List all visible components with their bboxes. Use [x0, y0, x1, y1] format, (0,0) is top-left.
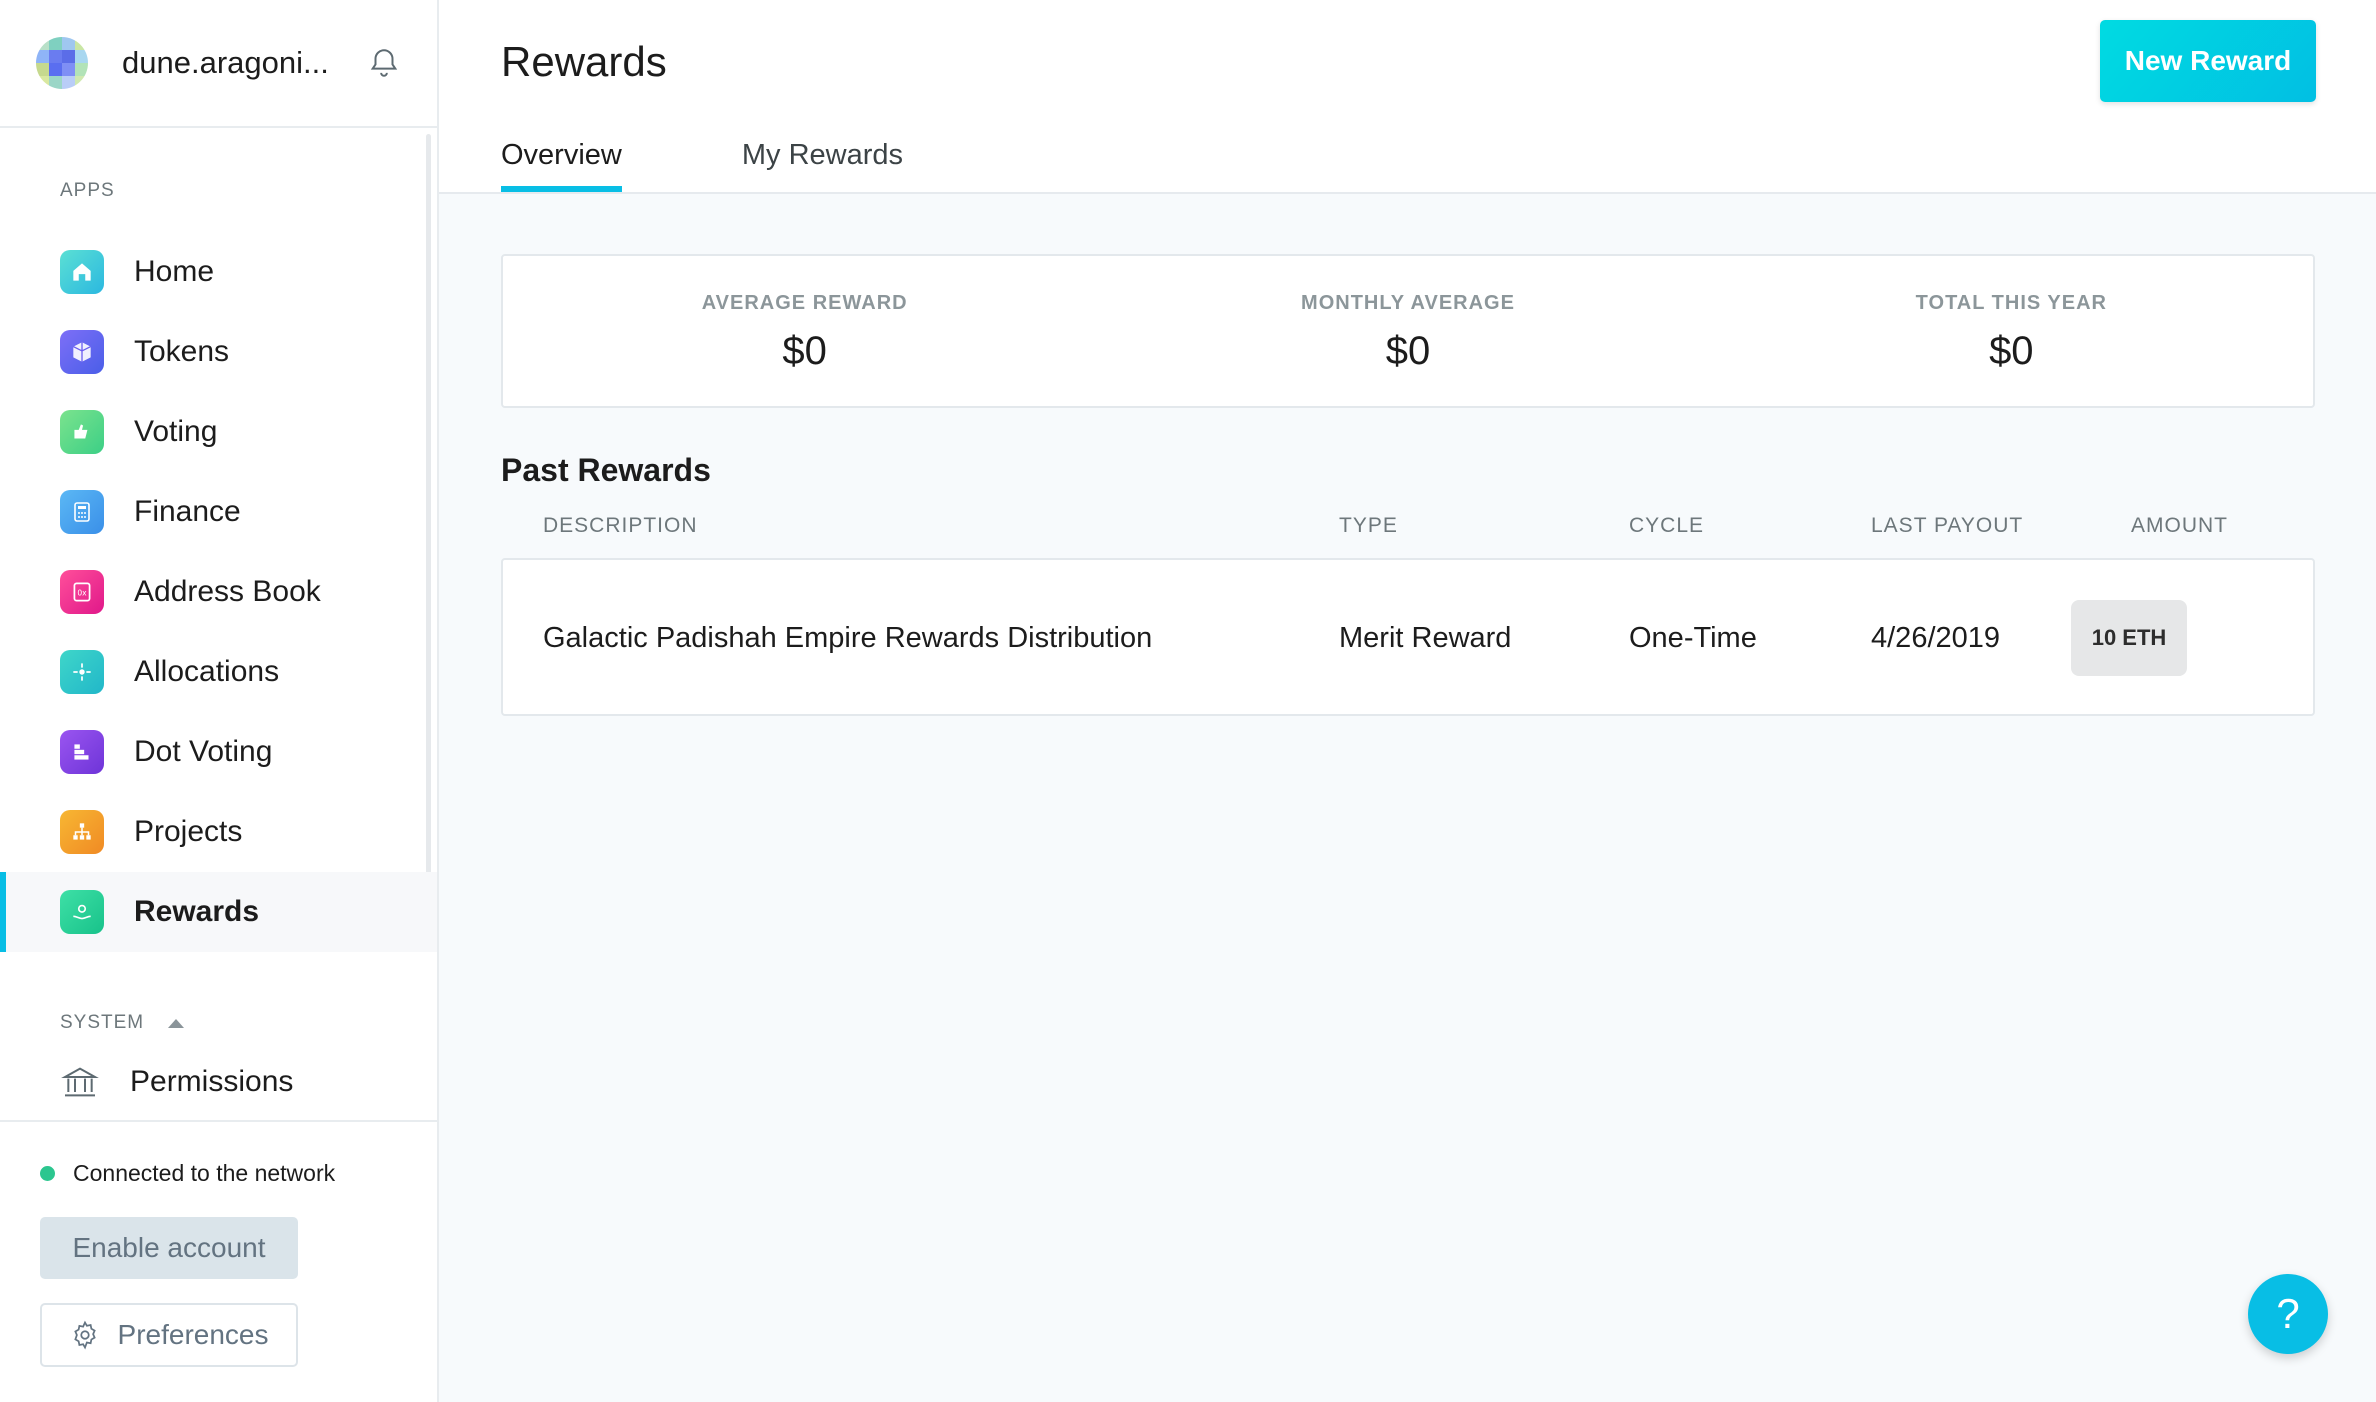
org-header[interactable]: dune.aragoni... [0, 0, 437, 128]
sidebar-item-home[interactable]: Home [0, 232, 437, 312]
projects-icon [60, 810, 104, 854]
cell-cycle: One-Time [1629, 622, 1757, 654]
cell-description: Galactic Padishah Empire Rewards Distrib… [543, 622, 1153, 654]
sidebar-item-rewards[interactable]: Rewards [0, 872, 437, 952]
stat-label: MONTHLY AVERAGE [1301, 292, 1515, 314]
rewards-icon [60, 890, 104, 934]
column-header-cycle[interactable]: CYCLE [1629, 514, 1704, 538]
tab-overview[interactable]: Overview [501, 139, 622, 192]
preferences-label: Preferences [117, 1319, 269, 1350]
stat-average-reward: AVERAGE REWARD $0 [503, 256, 1106, 406]
system-section-toggle[interactable]: SYSTEM [0, 1012, 437, 1034]
stat-value: $0 [1989, 329, 2034, 373]
amount-badge: 10 ETH [2071, 600, 2187, 676]
main-content: Rewards New Reward Overview My Rewards A… [439, 0, 2376, 1402]
sidebar-footer: Connected to the network Enable account … [0, 1120, 437, 1402]
org-avatar [36, 37, 88, 89]
stat-label: TOTAL THIS YEAR [1915, 292, 2107, 314]
column-header-type[interactable]: TYPE [1339, 514, 1398, 538]
address-book-icon: 0x [60, 570, 104, 614]
sidebar-item-allocations[interactable]: Allocations [0, 632, 437, 712]
sidebar: dune.aragoni... APPS Home Tokens Voting … [0, 0, 439, 1402]
dot-voting-icon [60, 730, 104, 774]
main-header: Rewards New Reward Overview My Rewards [439, 0, 2376, 194]
gear-icon [73, 1320, 96, 1350]
sidebar-item-finance[interactable]: Finance [0, 472, 437, 552]
allocations-icon [60, 650, 104, 694]
svg-text:0x: 0x [77, 588, 87, 597]
past-rewards-title: Past Rewards [501, 452, 711, 488]
column-header-last-payout[interactable]: LAST PAYOUT [1871, 514, 2023, 538]
sidebar-item-label: Finance [134, 495, 241, 528]
network-status[interactable]: Connected to the network [40, 1160, 397, 1187]
sidebar-item-dot-voting[interactable]: Dot Voting [0, 712, 437, 792]
column-header-amount[interactable]: AMOUNT [2131, 514, 2228, 538]
sidebar-item-address-book[interactable]: 0x Address Book [0, 552, 437, 632]
sidebar-item-label: Address Book [134, 575, 321, 608]
cell-type: Merit Reward [1339, 622, 1512, 654]
sidebar-item-permissions[interactable]: Permissions [0, 1042, 437, 1120]
apps-section-label: APPS [60, 180, 115, 201]
stat-total-this-year: TOTAL THIS YEAR $0 [1710, 256, 2313, 406]
cell-last-payout: 4/26/2019 [1871, 622, 2001, 654]
sidebar-item-label: Allocations [134, 655, 280, 688]
system-section-label: SYSTEM [60, 1012, 145, 1033]
permissions-icon [61, 1067, 99, 1097]
caret-up-icon [168, 1018, 185, 1028]
tab-my-rewards[interactable]: My Rewards [742, 139, 903, 192]
stat-value: $0 [782, 329, 827, 373]
home-icon [60, 250, 104, 294]
column-header-description[interactable]: DESCRIPTION [543, 514, 698, 538]
stat-monthly-average: MONTHLY AVERAGE $0 [1106, 256, 1709, 406]
sidebar-item-label: Dot Voting [134, 735, 273, 768]
sidebar-item-voting[interactable]: Voting [0, 392, 437, 472]
page-title: Rewards [501, 38, 667, 85]
voting-icon [60, 410, 104, 454]
sidebar-item-label: Projects [134, 815, 243, 848]
preferences-button[interactable]: Preferences [40, 1303, 298, 1367]
sidebar-item-label: Home [134, 255, 215, 288]
stat-value: $0 [1385, 329, 1431, 373]
sidebar-item-label: Rewards [134, 895, 260, 928]
tokens-icon [60, 330, 104, 374]
sidebar-item-label: Tokens [134, 335, 230, 368]
stats-card: AVERAGE REWARD $0 MONTHLY AVERAGE $0 TOT… [501, 254, 2315, 408]
sidebar-item-label: Voting [134, 415, 218, 448]
sidebar-item-projects[interactable]: Projects [0, 792, 437, 872]
bell-icon[interactable] [367, 45, 401, 81]
stat-label: AVERAGE REWARD [701, 292, 908, 314]
finance-icon [60, 490, 104, 534]
new-reward-button[interactable]: New Reward [2100, 20, 2316, 102]
sidebar-scroll-area[interactable]: APPS Home Tokens Voting Finance 0x Addre… [0, 130, 437, 1120]
table-header: DESCRIPTION TYPE CYCLE LAST PAYOUT AMOUN… [501, 514, 2315, 544]
status-dot-icon [40, 1166, 55, 1181]
help-button[interactable]: ? [2248, 1274, 2328, 1354]
app-root: dune.aragoni... APPS Home Tokens Voting … [0, 0, 2376, 1402]
org-name: dune.aragoni... [122, 45, 329, 80]
tab-bar: Overview My Rewards [501, 139, 1023, 192]
sidebar-item-label: Permissions [130, 1065, 294, 1098]
network-status-text: Connected to the network [73, 1160, 336, 1186]
sidebar-item-tokens[interactable]: Tokens [0, 312, 437, 392]
enable-account-button[interactable]: Enable account [40, 1217, 298, 1279]
table-row[interactable]: Galactic Padishah Empire Rewards Distrib… [501, 558, 2315, 716]
